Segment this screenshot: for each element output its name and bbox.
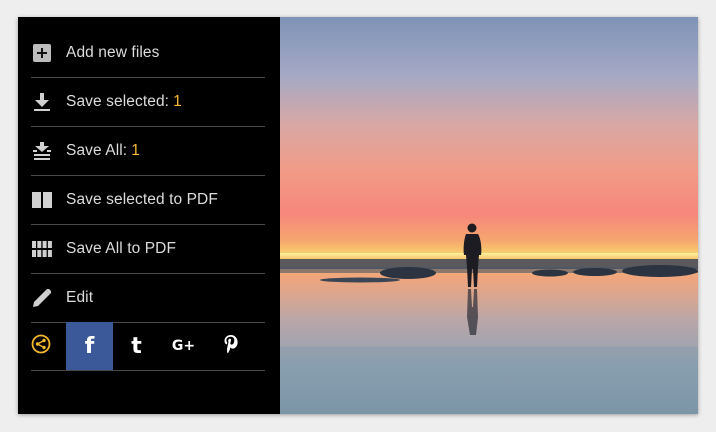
save-selected-count: 1 bbox=[173, 93, 182, 110]
save-selected-pdf-label: Save selected to PDF bbox=[66, 191, 218, 208]
download-all-icon bbox=[31, 140, 53, 162]
pinterest-share-button[interactable] bbox=[207, 322, 254, 370]
google-plus-icon: G+ bbox=[171, 338, 196, 354]
add-new-files-label: Add new files bbox=[66, 44, 160, 61]
save-all-button[interactable]: Save All: 1 bbox=[31, 127, 265, 176]
save-selected-label: Save selected: 1 bbox=[66, 93, 182, 110]
download-icon bbox=[31, 91, 53, 113]
edit-button[interactable]: Edit bbox=[31, 274, 265, 323]
facebook-share-button[interactable]: f bbox=[66, 322, 113, 370]
save-all-pdf-label: Save All to PDF bbox=[66, 240, 177, 257]
tumblr-icon: t bbox=[131, 333, 142, 359]
save-selected-pdf-button[interactable]: Save selected to PDF bbox=[31, 176, 265, 225]
preview-image bbox=[280, 17, 698, 414]
save-all-pdf-button[interactable]: Save All to PDF bbox=[31, 225, 265, 274]
save-selected-button[interactable]: Save selected: 1 bbox=[31, 78, 265, 127]
save-all-label: Save All: 1 bbox=[66, 142, 140, 159]
pdf-grid-icon bbox=[31, 238, 53, 260]
share-bar: f t G+ bbox=[31, 322, 265, 371]
google-plus-share-button[interactable]: G+ bbox=[160, 322, 207, 370]
file-actions-panel: Add new files Save selected: 1 Save All:… bbox=[18, 17, 280, 414]
tumblr-share-button[interactable]: t bbox=[113, 322, 160, 370]
pinterest-icon bbox=[223, 334, 239, 358]
share-button[interactable] bbox=[31, 322, 66, 370]
pencil-icon bbox=[31, 287, 53, 309]
viewer-frame: Add new files Save selected: 1 Save All:… bbox=[18, 17, 698, 414]
share-icon bbox=[31, 334, 51, 358]
edit-label: Edit bbox=[66, 289, 94, 306]
facebook-icon: f bbox=[84, 333, 95, 359]
add-file-icon bbox=[31, 42, 53, 64]
pdf-two-pages-icon bbox=[31, 189, 53, 211]
add-new-files-button[interactable]: Add new files bbox=[31, 29, 265, 78]
save-all-count: 1 bbox=[131, 142, 140, 159]
